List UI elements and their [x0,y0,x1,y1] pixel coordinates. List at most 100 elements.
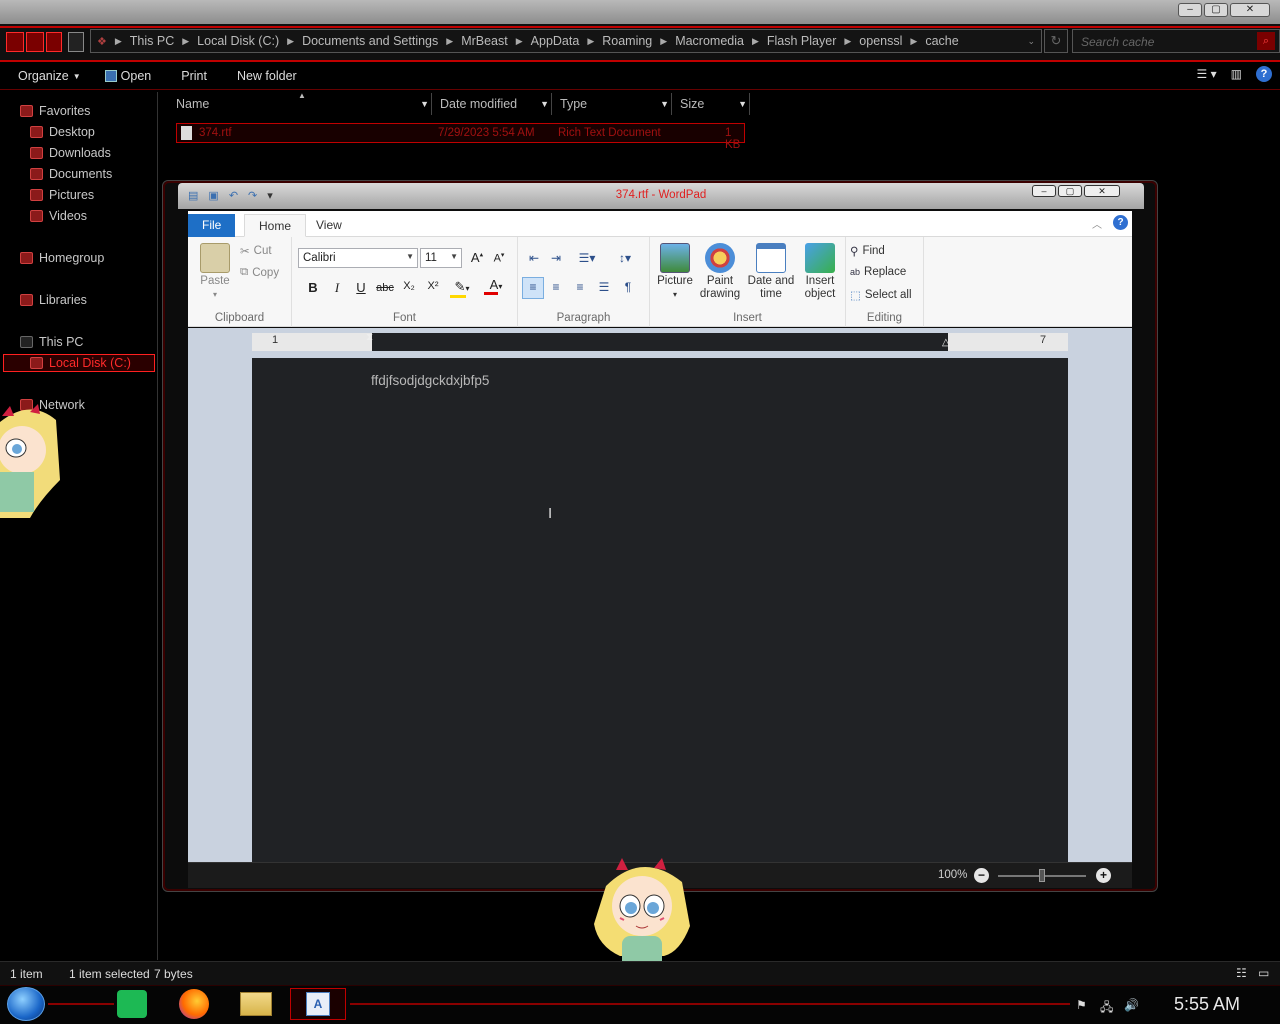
shrink-font-icon[interactable]: A▾ [490,251,508,265]
column-date[interactable]: Date modified ▼ [432,93,552,115]
recent-button[interactable] [46,32,62,52]
maximize-button[interactable]: ▢ [1204,3,1228,17]
undo-icon[interactable]: ↶ [229,189,238,202]
help-icon[interactable]: ? [1256,66,1272,82]
breadcrumb-item[interactable]: Macromedia [675,34,744,48]
large-icons-view-icon[interactable]: ▭ [1258,966,1269,980]
nav-pictures[interactable]: Pictures [30,188,94,202]
cut-button[interactable]: ✂ Cut [240,244,272,258]
search-icon[interactable]: ⌕ [1257,32,1275,50]
wp-minimize-button[interactable]: – [1032,185,1056,197]
document-page[interactable] [252,358,1068,862]
select-all-button[interactable]: ⬚ Select all [850,288,912,302]
align-right-icon[interactable]: ≡ [570,278,590,296]
organize-button[interactable]: Organize ▼ [18,69,81,83]
forward-button[interactable] [26,32,44,52]
justify-icon[interactable]: ☰ [594,278,614,296]
preview-pane-icon[interactable]: ▥ [1231,67,1242,81]
breadcrumb-item[interactable]: Documents and Settings [302,34,438,48]
view-options-icon[interactable]: ☰ ▾ [1197,67,1217,81]
refresh-button[interactable]: ↻ [1044,29,1068,53]
font-size-select[interactable]: 11 ▼ [420,248,462,268]
close-button[interactable]: ✕ [1230,3,1270,17]
paragraph-settings-icon[interactable]: ¶ [618,278,638,296]
document-text[interactable]: ffdjfsodjdgckdxjbfp5 [371,373,489,388]
subscript-button[interactable]: X₂ [400,280,418,292]
address-bar[interactable]: ❖ ▶ This PC ▶ Local Disk (C:) ▶ Document… [90,29,1042,53]
tab-home[interactable]: Home [244,214,307,237]
nav-downloads[interactable]: Downloads [30,146,111,160]
nav-this-pc[interactable]: This PC [20,335,83,349]
print-button[interactable]: Print [181,69,207,83]
redo-icon[interactable]: ↷ [248,189,257,202]
flag-icon[interactable]: ⚑ [1076,998,1087,1012]
nav-desktop[interactable]: Desktop [30,125,95,139]
breadcrumb-item[interactable]: Local Disk (C:) [197,34,279,48]
help-icon[interactable]: ? [1113,215,1128,230]
column-name[interactable]: Name ▲ ▼ [168,91,432,115]
grow-font-icon[interactable]: A▴ [468,250,486,265]
new-folder-button[interactable]: New folder [237,69,297,83]
align-left-icon[interactable]: ≡ [522,277,544,299]
taskbar-app-wordpad[interactable]: A [290,988,346,1020]
underline-button[interactable]: U [352,280,370,295]
zoom-in-button[interactable]: + [1096,868,1111,883]
up-button[interactable] [68,32,84,52]
align-center-icon[interactable]: ≡ [546,278,566,296]
start-button[interactable] [7,987,45,1021]
taskbar-app-firefox[interactable] [172,988,216,1020]
bold-button[interactable]: B [304,280,322,295]
tab-file[interactable]: File [188,214,236,237]
breadcrumb-item[interactable]: AppData [531,34,580,48]
ruler[interactable]: 1 7 ⧗ △ [252,332,1068,351]
breadcrumb-item[interactable]: Roaming [602,34,652,48]
open-button[interactable]: Open [104,69,151,83]
copy-button[interactable]: ⧉ Copy [240,266,279,279]
bullets-icon[interactable]: ☰▾ [572,249,602,267]
file-row[interactable]: 374.rtf 7/29/2023 5:54 AM Rich Text Docu… [176,123,745,151]
collapse-ribbon-icon[interactable]: ︿ [1092,216,1102,231]
paint-drawing-button[interactable]: Paint drawing [698,243,742,301]
network-icon[interactable]: 🖧 [1100,998,1113,1019]
breadcrumb-item[interactable]: Flash Player [767,34,836,48]
back-button[interactable] [6,32,24,52]
nav-documents[interactable]: Documents [30,167,112,181]
breadcrumb-item[interactable]: This PC [130,34,174,48]
superscript-button[interactable]: X² [424,280,442,292]
increase-indent-icon[interactable]: ⇥ [546,249,566,267]
column-size[interactable]: Size ▼ [672,93,750,115]
details-view-icon[interactable]: ☷ [1236,966,1247,980]
indent-marker-icon[interactable]: ⧗ [366,332,373,343]
right-indent-marker-icon[interactable]: △ [942,337,950,348]
insert-picture-button[interactable]: Picture ▾ [654,243,696,301]
clock[interactable]: 5:55 AM [1174,994,1240,1015]
wp-maximize-button[interactable]: ▢ [1058,185,1082,197]
line-spacing-icon[interactable]: ↕▾ [610,249,640,267]
zoom-slider-thumb[interactable] [1039,869,1045,882]
minimize-button[interactable]: – [1178,3,1202,17]
taskbar-app-spotify[interactable] [110,988,154,1020]
font-family-select[interactable]: Calibri ▼ [298,248,418,268]
chevron-down-icon[interactable]: ⌄ [1027,36,1035,47]
nav-local-disk[interactable]: Local Disk (C:) [3,354,155,372]
highlight-color-button[interactable]: ✎▾ [448,279,476,298]
nav-videos[interactable]: Videos [30,209,87,223]
decrease-indent-icon[interactable]: ⇤ [524,249,544,267]
replace-button[interactable]: ab Replace [850,266,906,278]
search-input[interactable]: Search cache ⌕ [1072,29,1280,53]
italic-button[interactable]: I [328,280,346,296]
save-icon[interactable]: ▣ [208,189,218,202]
breadcrumb-item[interactable]: cache [925,34,958,48]
insert-object-button[interactable]: Insert object [800,243,840,301]
nav-libraries[interactable]: Libraries [20,293,87,307]
breadcrumb-item[interactable]: MrBeast [461,34,508,48]
tab-view[interactable]: View [302,214,356,237]
volume-icon[interactable]: 🔊 [1124,998,1139,1012]
zoom-out-button[interactable]: − [974,868,989,883]
nav-homegroup[interactable]: Homegroup [20,251,104,265]
strikethrough-button[interactable]: abc [376,282,394,294]
breadcrumb-item[interactable]: openssl [859,34,902,48]
font-color-button[interactable]: A▾ [482,277,510,295]
wordpad-app-icon[interactable]: ▤ [188,189,198,202]
find-button[interactable]: ⚲ Find [850,244,885,258]
